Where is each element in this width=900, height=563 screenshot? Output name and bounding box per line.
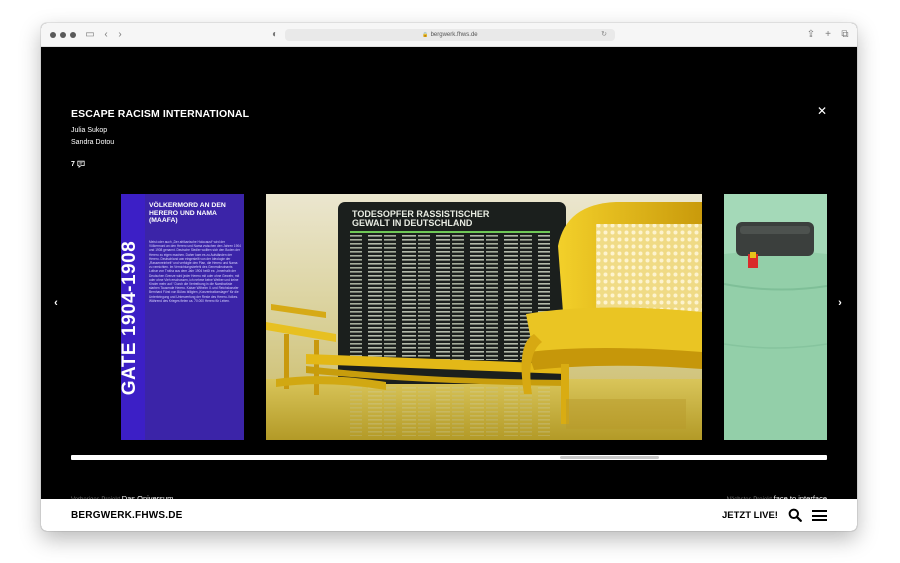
window-controls[interactable] [50,32,76,38]
window-dot[interactable] [70,32,76,38]
tabs-icon[interactable]: ⧉ [838,27,852,43]
project-title: ESCAPE RACISM INTERNATIONAL [71,108,250,120]
poster-vertical-title: GATE 1904-1908 [121,240,140,396]
url-label: bergwerk.fhws.de [430,32,478,38]
browser-window: ▭ ‹ › ◐ ▯ 🔒bergwerk.fhws.de ↻ ⇪ + ⧉ ESCA… [41,23,857,531]
share-icon[interactable]: ⇪ [804,27,818,43]
url-text: 🔒 bergwerk.fhws.de [285,29,615,41]
board-title-line-2: GEWALT IN DEUTSCHLAND [352,218,473,228]
window-dot[interactable] [50,32,56,38]
menu-bar [812,514,827,517]
chevron-right-icon[interactable]: › [835,297,845,309]
gallery-scroll-thumb[interactable] [560,456,659,459]
poster-text-panel [145,194,244,440]
hamburger-menu-icon[interactable] [812,509,828,522]
site-brand-link[interactable]: BERGWERK.FHWS.DE [71,510,183,521]
new-tab-icon[interactable]: + [821,27,835,43]
waiting-area-render: TODESOPFER RASSISTISCHER GEWALT IN DEUTS… [266,194,702,440]
author-name: Julia Sukop [71,127,108,134]
gallery-slide-poster[interactable]: GATE 1904-1908 VÖLKERMORD AN DEN HERERO … [121,194,244,440]
back-icon[interactable]: ‹ [99,27,113,43]
poster-body-text: Meist oder auch „Der afrikanische Holoca… [149,240,241,303]
project-overlay: ESCAPE RACISM INTERNATIONAL Julia Sukop … [41,47,857,503]
author-name: Sandra Dotou [71,139,115,146]
speech-bubble-icon [77,160,85,168]
close-icon[interactable]: ✕ [816,105,828,117]
site-footer-bar: BERGWERK.FHWS.DE JETZT LIVE! [41,499,857,531]
live-link[interactable]: JETZT LIVE! [722,510,778,521]
menu-bar [812,510,827,512]
lock-icon: 🔒 [422,32,429,38]
sidebar-toggle-icon[interactable]: ▭ [83,27,97,43]
device-render [724,194,827,440]
forward-icon[interactable]: › [113,27,127,43]
comments-button[interactable]: 7 [71,160,85,168]
gallery-slide-photo[interactable]: TODESOPFER RASSISTISCHER GEWALT IN DEUTS… [266,194,702,440]
privacy-shield-icon[interactable]: ◐ [268,27,282,43]
chevron-left-icon[interactable]: ‹ [51,297,61,309]
browser-toolbar: ▭ ‹ › ◐ ▯ 🔒bergwerk.fhws.de ↻ ⇪ + ⧉ [41,23,857,47]
address-bar[interactable]: 🔒 bergwerk.fhws.de ↻ [285,29,615,41]
poster-heading: VÖLKERMORD AN DEN HERERO UND NAMA (MAAFA… [149,202,226,225]
comment-count: 7 [71,160,75,168]
menu-bar [812,519,827,521]
gallery-scrollbar[interactable] [71,455,827,460]
window-dot[interactable] [60,32,66,38]
search-icon[interactable] [788,508,802,522]
reload-icon[interactable]: ↻ [601,29,607,41]
gallery-slide-partial[interactable] [724,194,827,440]
